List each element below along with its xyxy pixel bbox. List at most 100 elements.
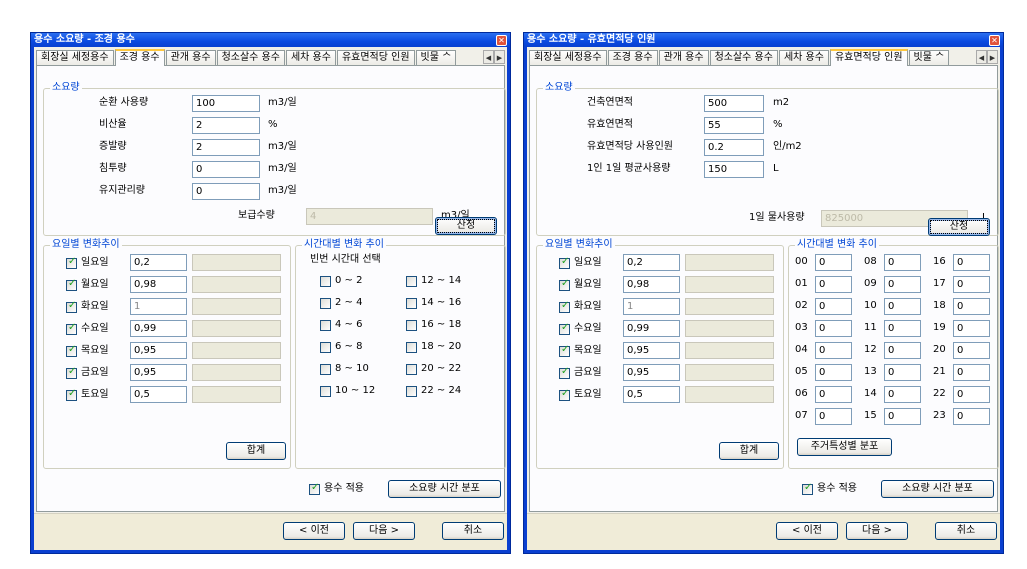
tab-car-wash[interactable]: 세차 용수 bbox=[778, 50, 829, 65]
tab-irrigation[interactable]: 관개 용수 bbox=[165, 50, 216, 65]
day-factor-input[interactable] bbox=[623, 298, 680, 315]
day-factor-input[interactable] bbox=[130, 320, 187, 337]
hour-factor-input[interactable] bbox=[953, 276, 990, 293]
tab-cleaning-spray[interactable]: 청소살수 용수 bbox=[216, 50, 285, 65]
effective-area-ratio-input[interactable] bbox=[704, 117, 764, 134]
day-checkbox[interactable] bbox=[559, 322, 570, 335]
hour-factor-input[interactable] bbox=[884, 342, 921, 359]
day-checkbox[interactable] bbox=[66, 322, 77, 335]
hour-factor-input[interactable] bbox=[884, 298, 921, 315]
daily-usage-per-person-input[interactable] bbox=[704, 161, 764, 178]
cancel-button[interactable]: 취소 bbox=[442, 522, 504, 540]
day-checkbox[interactable] bbox=[66, 300, 77, 313]
hour-range-checkbox[interactable] bbox=[320, 276, 331, 287]
day-checkbox[interactable] bbox=[559, 388, 570, 401]
hour-factor-input[interactable] bbox=[884, 408, 921, 425]
prev-button[interactable]: < 이전 bbox=[283, 522, 345, 540]
day-checkbox[interactable] bbox=[559, 366, 570, 379]
gross-floor-area-input[interactable] bbox=[704, 95, 764, 112]
demand-time-distribution-button[interactable]: 소요량 시간 분포 bbox=[881, 480, 994, 498]
hour-factor-input[interactable] bbox=[884, 320, 921, 337]
tab-toilet-flush[interactable]: 회장실 세정용수 bbox=[36, 50, 114, 65]
maintenance-input[interactable] bbox=[192, 183, 260, 200]
hour-factor-input[interactable] bbox=[884, 364, 921, 381]
hour-range-checkbox[interactable] bbox=[320, 364, 331, 375]
chevron-left-icon[interactable]: ◀ bbox=[483, 50, 494, 64]
day-checkbox[interactable] bbox=[559, 256, 570, 269]
hour-factor-input[interactable] bbox=[953, 298, 990, 315]
demand-time-distribution-button[interactable]: 소요량 시간 분포 bbox=[388, 480, 501, 498]
hour-factor-input[interactable] bbox=[953, 364, 990, 381]
day-factor-input[interactable] bbox=[130, 364, 187, 381]
day-factor-input[interactable] bbox=[623, 276, 680, 293]
next-button[interactable]: 다음 > bbox=[353, 522, 415, 540]
hour-range-checkbox[interactable] bbox=[320, 386, 331, 397]
tab-occupancy-per-area[interactable]: 유효면적당 인원 bbox=[829, 49, 908, 66]
tab-rainwater[interactable]: 빗물 ᄉ bbox=[415, 50, 457, 65]
hour-range-checkbox[interactable] bbox=[406, 342, 417, 353]
day-checkbox[interactable] bbox=[66, 278, 77, 291]
tab-rainwater[interactable]: 빗물 ᄉ bbox=[908, 50, 950, 65]
day-factor-input[interactable] bbox=[130, 386, 187, 403]
tab-landscape[interactable]: 조경 용수 bbox=[607, 50, 658, 65]
tab-car-wash[interactable]: 세차 용수 bbox=[285, 50, 336, 65]
hour-factor-input[interactable] bbox=[884, 276, 921, 293]
hour-factor-input[interactable] bbox=[953, 320, 990, 337]
hour-factor-input[interactable] bbox=[815, 408, 852, 425]
hour-factor-input[interactable] bbox=[953, 408, 990, 425]
hour-factor-input[interactable] bbox=[815, 320, 852, 337]
occupants-per-area-input[interactable] bbox=[704, 139, 764, 156]
tab-cleaning-spray[interactable]: 청소살수 용수 bbox=[709, 50, 778, 65]
sum-button[interactable]: 합계 bbox=[719, 442, 779, 460]
day-checkbox[interactable] bbox=[66, 366, 77, 379]
day-checkbox[interactable] bbox=[66, 256, 77, 269]
day-factor-input[interactable] bbox=[623, 320, 680, 337]
scatter-rate-input[interactable] bbox=[192, 117, 260, 134]
hour-factor-input[interactable] bbox=[815, 342, 852, 359]
hour-factor-input[interactable] bbox=[953, 386, 990, 403]
tab-irrigation[interactable]: 관개 용수 bbox=[658, 50, 709, 65]
tab-landscape[interactable]: 조경 용수 bbox=[114, 49, 165, 66]
sum-button[interactable]: 합계 bbox=[226, 442, 286, 460]
hour-range-checkbox[interactable] bbox=[320, 342, 331, 353]
day-factor-input[interactable] bbox=[130, 276, 187, 293]
apply-water-checkbox[interactable] bbox=[802, 482, 813, 495]
hour-range-checkbox[interactable] bbox=[406, 298, 417, 309]
apply-water-checkbox[interactable] bbox=[309, 482, 320, 495]
day-checkbox[interactable] bbox=[66, 344, 77, 357]
close-icon[interactable]: ✕ bbox=[496, 35, 507, 46]
day-factor-input[interactable] bbox=[130, 298, 187, 315]
prev-button[interactable]: < 이전 bbox=[776, 522, 838, 540]
chevron-right-icon[interactable]: ▶ bbox=[494, 50, 505, 64]
day-factor-input[interactable] bbox=[623, 364, 680, 381]
next-button[interactable]: 다음 > bbox=[846, 522, 908, 540]
evaporation-input[interactable] bbox=[192, 139, 260, 156]
day-factor-input[interactable] bbox=[130, 254, 187, 271]
hour-factor-input[interactable] bbox=[815, 254, 852, 271]
close-icon[interactable]: ✕ bbox=[989, 35, 1000, 46]
day-factor-input[interactable] bbox=[130, 342, 187, 359]
hour-factor-input[interactable] bbox=[815, 386, 852, 403]
hour-factor-input[interactable] bbox=[953, 342, 990, 359]
calculate-button[interactable]: 산정 bbox=[435, 217, 497, 235]
day-checkbox[interactable] bbox=[559, 278, 570, 291]
hour-factor-input[interactable] bbox=[884, 386, 921, 403]
calculate-button[interactable]: 산정 bbox=[928, 218, 990, 236]
hour-factor-input[interactable] bbox=[815, 364, 852, 381]
tab-occupancy-per-area[interactable]: 유효면적당 인원 bbox=[336, 50, 415, 65]
tab-toilet-flush[interactable]: 회장실 세정용수 bbox=[529, 50, 607, 65]
day-checkbox[interactable] bbox=[66, 388, 77, 401]
day-factor-input[interactable] bbox=[623, 342, 680, 359]
cancel-button[interactable]: 취소 bbox=[935, 522, 997, 540]
hour-factor-input[interactable] bbox=[953, 254, 990, 271]
hour-range-checkbox[interactable] bbox=[406, 386, 417, 397]
chevron-left-icon[interactable]: ◀ bbox=[976, 50, 987, 64]
hour-range-checkbox[interactable] bbox=[320, 298, 331, 309]
hour-factor-input[interactable] bbox=[815, 298, 852, 315]
infiltration-input[interactable] bbox=[192, 161, 260, 178]
day-checkbox[interactable] bbox=[559, 300, 570, 313]
hour-range-checkbox[interactable] bbox=[406, 364, 417, 375]
chevron-right-icon[interactable]: ▶ bbox=[987, 50, 998, 64]
hour-factor-input[interactable] bbox=[815, 276, 852, 293]
day-factor-input[interactable] bbox=[623, 254, 680, 271]
